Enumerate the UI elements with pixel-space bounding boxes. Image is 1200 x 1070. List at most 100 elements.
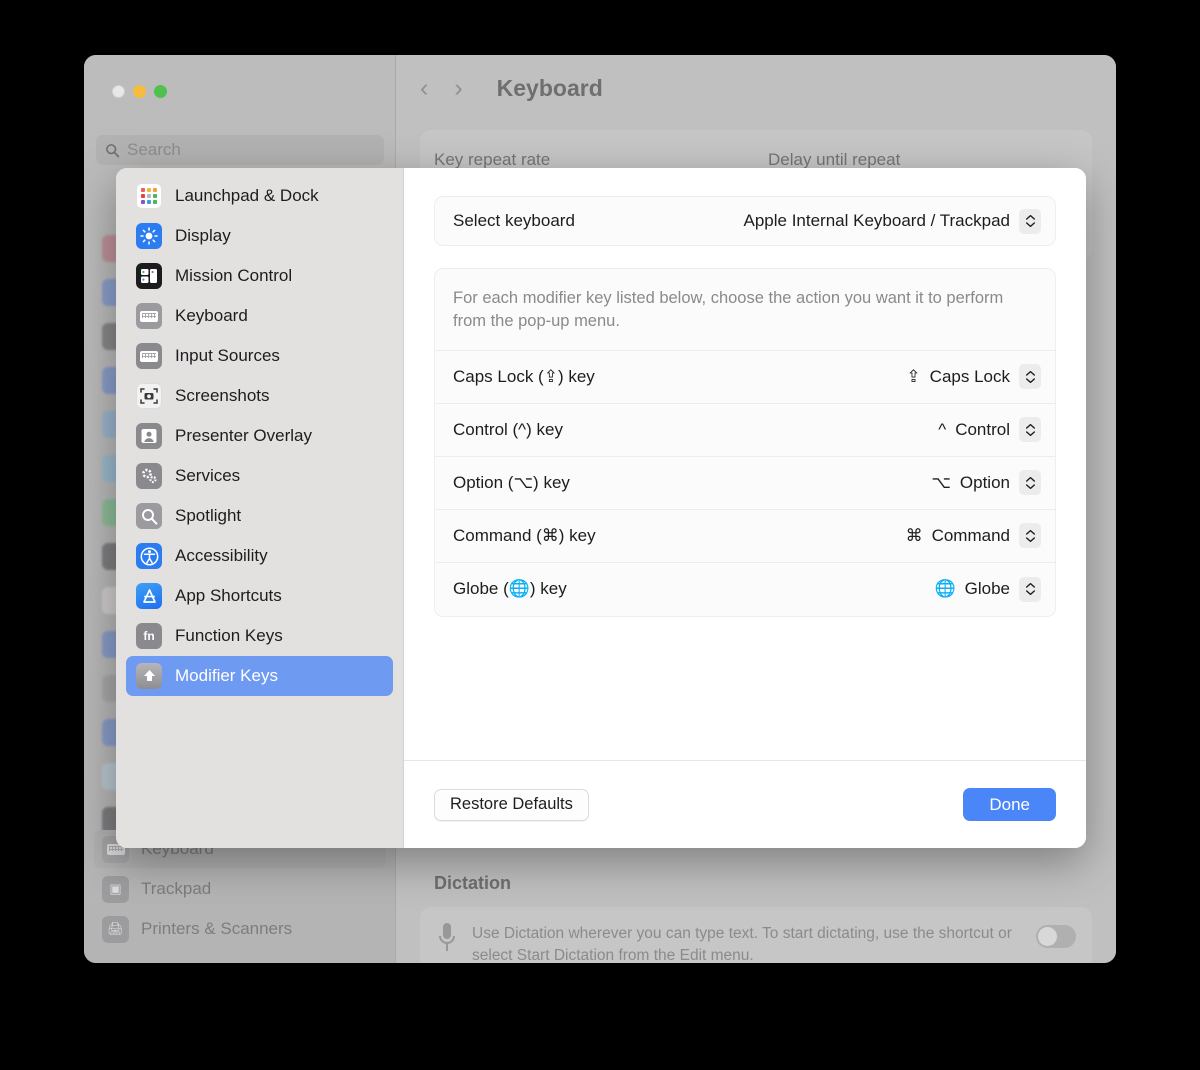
- sidebar-item-screenshots[interactable]: Screenshots: [126, 376, 393, 416]
- sidebar-item-keyboard[interactable]: Keyboard: [126, 296, 393, 336]
- sidebar-item-label: App Shortcuts: [175, 586, 282, 606]
- sidebar-item-label: Display: [175, 226, 231, 246]
- modifier-row-value: Option: [960, 473, 1010, 493]
- launchpad-icon: [136, 183, 162, 209]
- dictation-toggle[interactable]: [1036, 925, 1076, 948]
- sheet-footer: Restore Defaults Done: [404, 760, 1086, 848]
- sidebar-item-label: Screenshots: [175, 386, 270, 406]
- sidebar-item-presenter-overlay[interactable]: Presenter Overlay: [126, 416, 393, 456]
- command-action-popup[interactable]: ⌘ Command: [906, 523, 1041, 548]
- sidebar-item-label: Mission Control: [175, 266, 292, 286]
- app-shortcuts-icon: [136, 583, 162, 609]
- sidebar-item-input-sources[interactable]: Input Sources: [126, 336, 393, 376]
- presenter-overlay-icon: [136, 423, 162, 449]
- option-action-popup[interactable]: ⌥ Option: [931, 470, 1041, 495]
- modifier-row-value: Command: [932, 526, 1010, 546]
- sheet-body: Select keyboard Apple Internal Keyboard …: [404, 168, 1086, 760]
- dictation-description: Use Dictation wherever you can type text…: [472, 921, 1022, 963]
- modifier-row-command: Command (⌘) key ⌘ Command: [435, 510, 1055, 563]
- display-icon: [136, 223, 162, 249]
- option-glyph-icon: ⌥: [931, 473, 951, 493]
- select-keyboard-value: Apple Internal Keyboard / Trackpad: [744, 211, 1011, 231]
- close-window-button[interactable]: [112, 85, 125, 98]
- search-field[interactable]: Search: [96, 135, 384, 165]
- sidebar-item-label: Presenter Overlay: [175, 426, 312, 446]
- select-keyboard-label: Select keyboard: [453, 211, 575, 231]
- sidebar-item-label: Trackpad: [141, 879, 211, 899]
- window-traffic-lights[interactable]: [112, 85, 167, 98]
- chevron-up-down-icon[interactable]: [1019, 209, 1041, 234]
- caps-lock-glyph-icon: ⇪: [906, 367, 920, 387]
- globe-action-popup[interactable]: 🌐 Globe: [934, 577, 1041, 602]
- screenshots-icon: [136, 383, 162, 409]
- modifier-row-value: Control: [955, 420, 1010, 440]
- microphone-icon: [436, 921, 458, 955]
- chevron-left-icon[interactable]: ‹: [420, 76, 428, 101]
- search-icon: [105, 143, 120, 158]
- select-keyboard-row: Select keyboard Apple Internal Keyboard …: [434, 196, 1056, 246]
- select-keyboard-popup[interactable]: Apple Internal Keyboard / Trackpad: [744, 209, 1042, 234]
- chevron-up-down-icon[interactable]: [1019, 470, 1041, 495]
- keyboard-icon: [136, 303, 162, 329]
- maximize-window-button[interactable]: [154, 85, 167, 98]
- caps-lock-action-popup[interactable]: ⇪ Caps Lock: [906, 364, 1041, 389]
- sidebar-item-label: Keyboard: [175, 306, 248, 326]
- globe-glyph-icon: 🌐: [934, 579, 955, 599]
- sidebar-item-accessibility[interactable]: Accessibility: [126, 536, 393, 576]
- caps-lock-icon: [136, 663, 162, 689]
- modifier-row-label: Command (⌘) key: [453, 526, 596, 546]
- modifier-row-label: Caps Lock (⇪) key: [453, 367, 595, 387]
- input-sources-icon: [136, 343, 162, 369]
- sidebar-item-printers-scanners[interactable]: 🖨 Printers & Scanners: [94, 910, 386, 948]
- done-button[interactable]: Done: [963, 788, 1056, 821]
- modifier-keys-description: For each modifier key listed below, choo…: [435, 269, 1055, 351]
- sidebar-item-label: Function Keys: [175, 626, 283, 646]
- sidebar-item-trackpad[interactable]: ▣ Trackpad: [94, 870, 386, 908]
- spotlight-icon: [136, 503, 162, 529]
- sidebar-item-mission-control[interactable]: Mission Control: [126, 256, 393, 296]
- modifier-row-control: Control (^) key ^ Control: [435, 404, 1055, 457]
- dictation-section-title: Dictation: [434, 873, 511, 894]
- modifier-row-label: Globe (🌐) key: [453, 579, 567, 599]
- chevron-up-down-icon[interactable]: [1019, 577, 1041, 602]
- sidebar-item-label: Printers & Scanners: [141, 919, 292, 939]
- modifier-row-caps-lock: Caps Lock (⇪) key ⇪ Caps Lock: [435, 351, 1055, 404]
- sidebar-item-app-shortcuts[interactable]: App Shortcuts: [126, 576, 393, 616]
- sidebar-item-display[interactable]: Display: [126, 216, 393, 256]
- printer-icon: 🖨: [102, 916, 129, 943]
- modifier-row-label: Option (⌥) key: [453, 473, 570, 493]
- modifier-row-value: Globe: [965, 579, 1010, 599]
- command-glyph-icon: ⌘: [906, 526, 923, 546]
- minimize-window-button[interactable]: [133, 85, 146, 98]
- modifier-row-globe: Globe (🌐) key 🌐 Globe: [435, 563, 1055, 616]
- sidebar-item-services[interactable]: Services: [126, 456, 393, 496]
- sidebar-item-spotlight[interactable]: Spotlight: [126, 496, 393, 536]
- page-title: Keyboard: [497, 75, 603, 102]
- mission-control-icon: [136, 263, 162, 289]
- services-icon: [136, 463, 162, 489]
- chevron-up-down-icon[interactable]: [1019, 417, 1041, 442]
- sidebar-item-label: Launchpad & Dock: [175, 186, 319, 206]
- chevron-right-icon[interactable]: ›: [454, 76, 462, 101]
- sidebar-item-label: Spotlight: [175, 506, 241, 526]
- sidebar-item-launchpad-dock[interactable]: Launchpad & Dock: [126, 176, 393, 216]
- control-action-popup[interactable]: ^ Control: [938, 417, 1041, 442]
- fn-icon: fn: [136, 623, 162, 649]
- sidebar-item-label: Modifier Keys: [175, 666, 278, 686]
- modifier-row-label: Control (^) key: [453, 420, 563, 440]
- restore-defaults-button[interactable]: Restore Defaults: [434, 789, 589, 821]
- chevron-up-down-icon[interactable]: [1019, 523, 1041, 548]
- sidebar-item-label: Accessibility: [175, 546, 268, 566]
- sidebar-item-function-keys[interactable]: fn Function Keys: [126, 616, 393, 656]
- accessibility-icon: [136, 543, 162, 569]
- key-repeat-rate-label: Key repeat rate: [434, 150, 550, 170]
- chevron-up-down-icon[interactable]: [1019, 364, 1041, 389]
- sheet-main-pane: Select keyboard Apple Internal Keyboard …: [404, 168, 1086, 848]
- control-glyph-icon: ^: [938, 420, 946, 440]
- sidebar-item-label: Services: [175, 466, 240, 486]
- modifier-row-option: Option (⌥) key ⌥ Option: [435, 457, 1055, 510]
- sidebar-item-modifier-keys[interactable]: Modifier Keys: [126, 656, 393, 696]
- sheet-sidebar: Launchpad & Dock Display: [116, 168, 404, 848]
- delay-until-repeat-label: Delay until repeat: [768, 150, 900, 170]
- sidebar-item-label: Input Sources: [175, 346, 280, 366]
